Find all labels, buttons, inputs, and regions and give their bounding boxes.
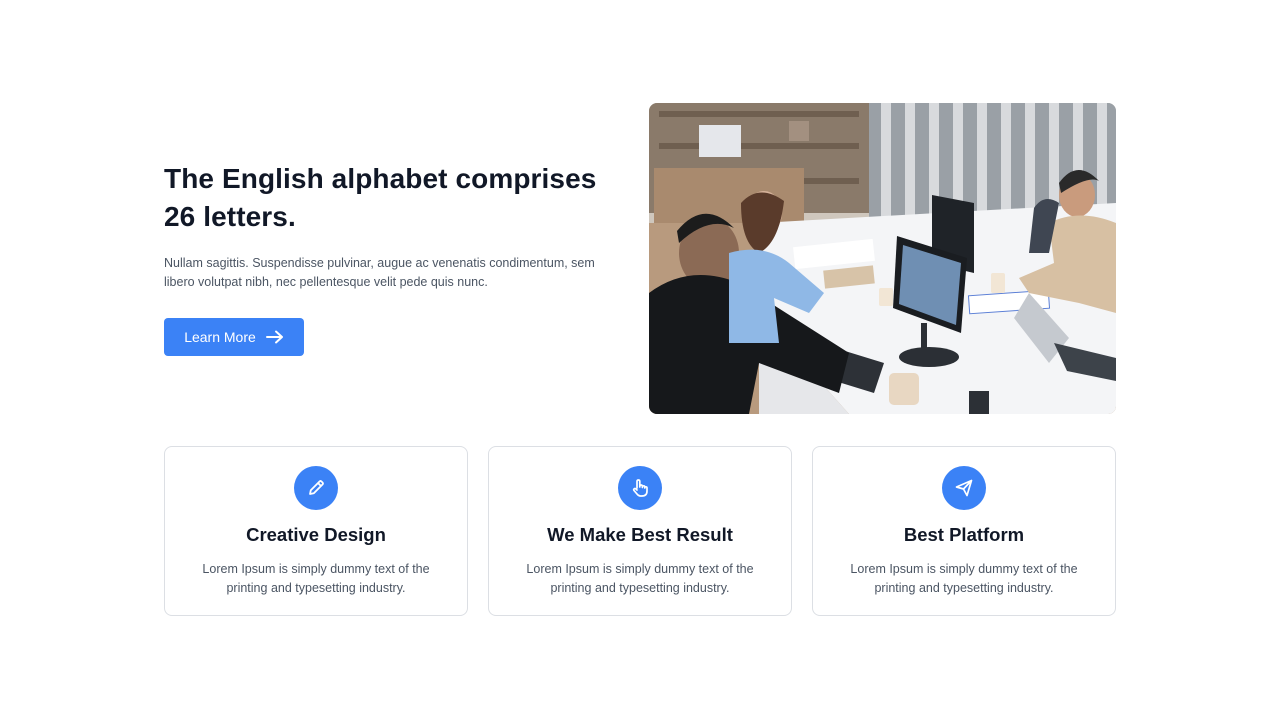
arrow-right-icon <box>265 330 284 344</box>
feature-card-creative-design: Creative Design Lorem Ipsum is simply du… <box>164 446 468 616</box>
pencil-icon <box>294 466 338 510</box>
office-team-photo <box>649 103 1116 414</box>
learn-more-label: Learn More <box>184 329 256 345</box>
feature-title: Best Platform <box>903 524 1025 545</box>
hero-title: The English alphabet comprises 26 letter… <box>164 163 597 232</box>
feature-title: Creative Design <box>246 524 386 545</box>
feature-text: Lorem Ipsum is simply dummy text of the … <box>850 562 1078 595</box>
hero-description: Nullam sagittis. Suspendisse pulvinar, a… <box>164 256 595 289</box>
feature-card-best-platform: Best Platform Lorem Ipsum is simply dumm… <box>812 446 1116 616</box>
page: The English alphabet comprises 26 letter… <box>0 0 1280 720</box>
feature-text: Lorem Ipsum is simply dummy text of the … <box>202 562 430 595</box>
feature-text: Lorem Ipsum is simply dummy text of the … <box>526 562 754 595</box>
learn-more-button[interactable]: Learn More <box>164 318 304 356</box>
hand-pointer-icon <box>618 466 662 510</box>
feature-card-best-result: We Make Best Result Lorem Ipsum is simpl… <box>488 446 792 616</box>
feature-title: We Make Best Result <box>547 524 733 545</box>
hero-text: The English alphabet comprises 26 letter… <box>164 160 614 292</box>
paper-plane-icon <box>942 466 986 510</box>
